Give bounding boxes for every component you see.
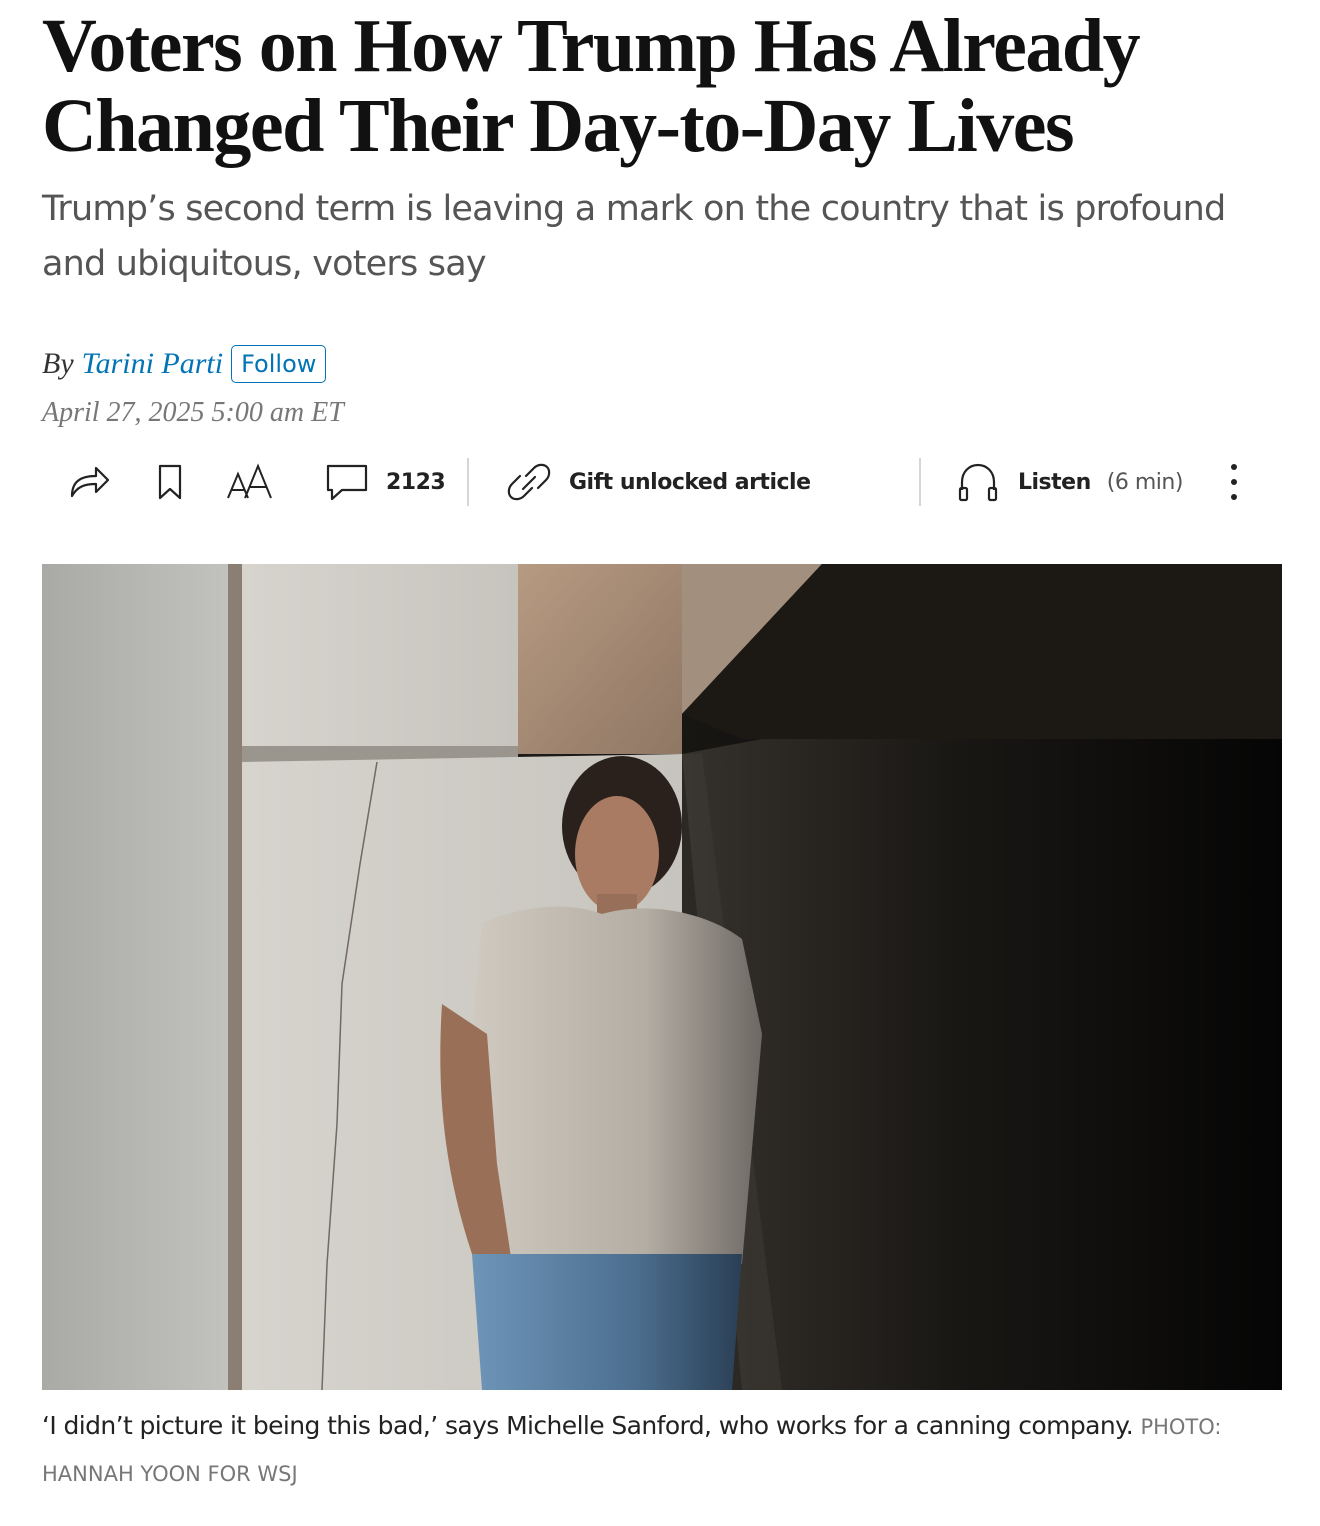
follow-button[interactable]: Follow [231,345,327,383]
author-link[interactable]: Tarini Parti [82,347,223,381]
headphones-icon [956,460,1000,504]
byline-prefix: By [42,347,74,380]
toolbar-divider [467,458,469,506]
photo-caption: ‘I didn’t picture it being this bad,’ sa… [42,1403,1242,1497]
lead-photo [42,564,1282,1390]
listen-duration: (6 min) [1106,469,1184,495]
article-dateline: April 27, 2025 5:00 am ET [42,397,344,428]
text-size-icon [225,462,275,502]
text-size-button[interactable] [225,452,275,512]
share-button[interactable] [66,452,112,512]
caption-text: ‘I didn’t picture it being this bad,’ sa… [42,1411,1134,1440]
toolbar-divider [919,458,921,506]
more-icon [1224,460,1244,504]
article-dek: Trump’s second term is leaving a mark on… [42,189,1226,284]
comment-icon [324,462,370,502]
byline: By Tarini Parti Follow [42,343,327,385]
share-icon [66,462,112,502]
listen-label: Listen [1018,469,1091,495]
article-toolbar: 2123 Gift unlocked article Listen (6 min… [42,452,1282,512]
comment-count: 2123 [386,469,446,495]
article-headline: Voters on How Trump Has Already Changed … [42,4,1141,168]
gift-label: Gift unlocked article [569,469,811,495]
bookmark-icon [156,462,184,502]
comments-button[interactable]: 2123 [324,452,446,512]
gift-article-button[interactable]: Gift unlocked article [506,452,811,512]
link-icon [506,460,552,504]
more-options-button[interactable] [1224,452,1244,512]
listen-button[interactable]: Listen (6 min) [956,452,1183,512]
save-button[interactable] [156,452,184,512]
